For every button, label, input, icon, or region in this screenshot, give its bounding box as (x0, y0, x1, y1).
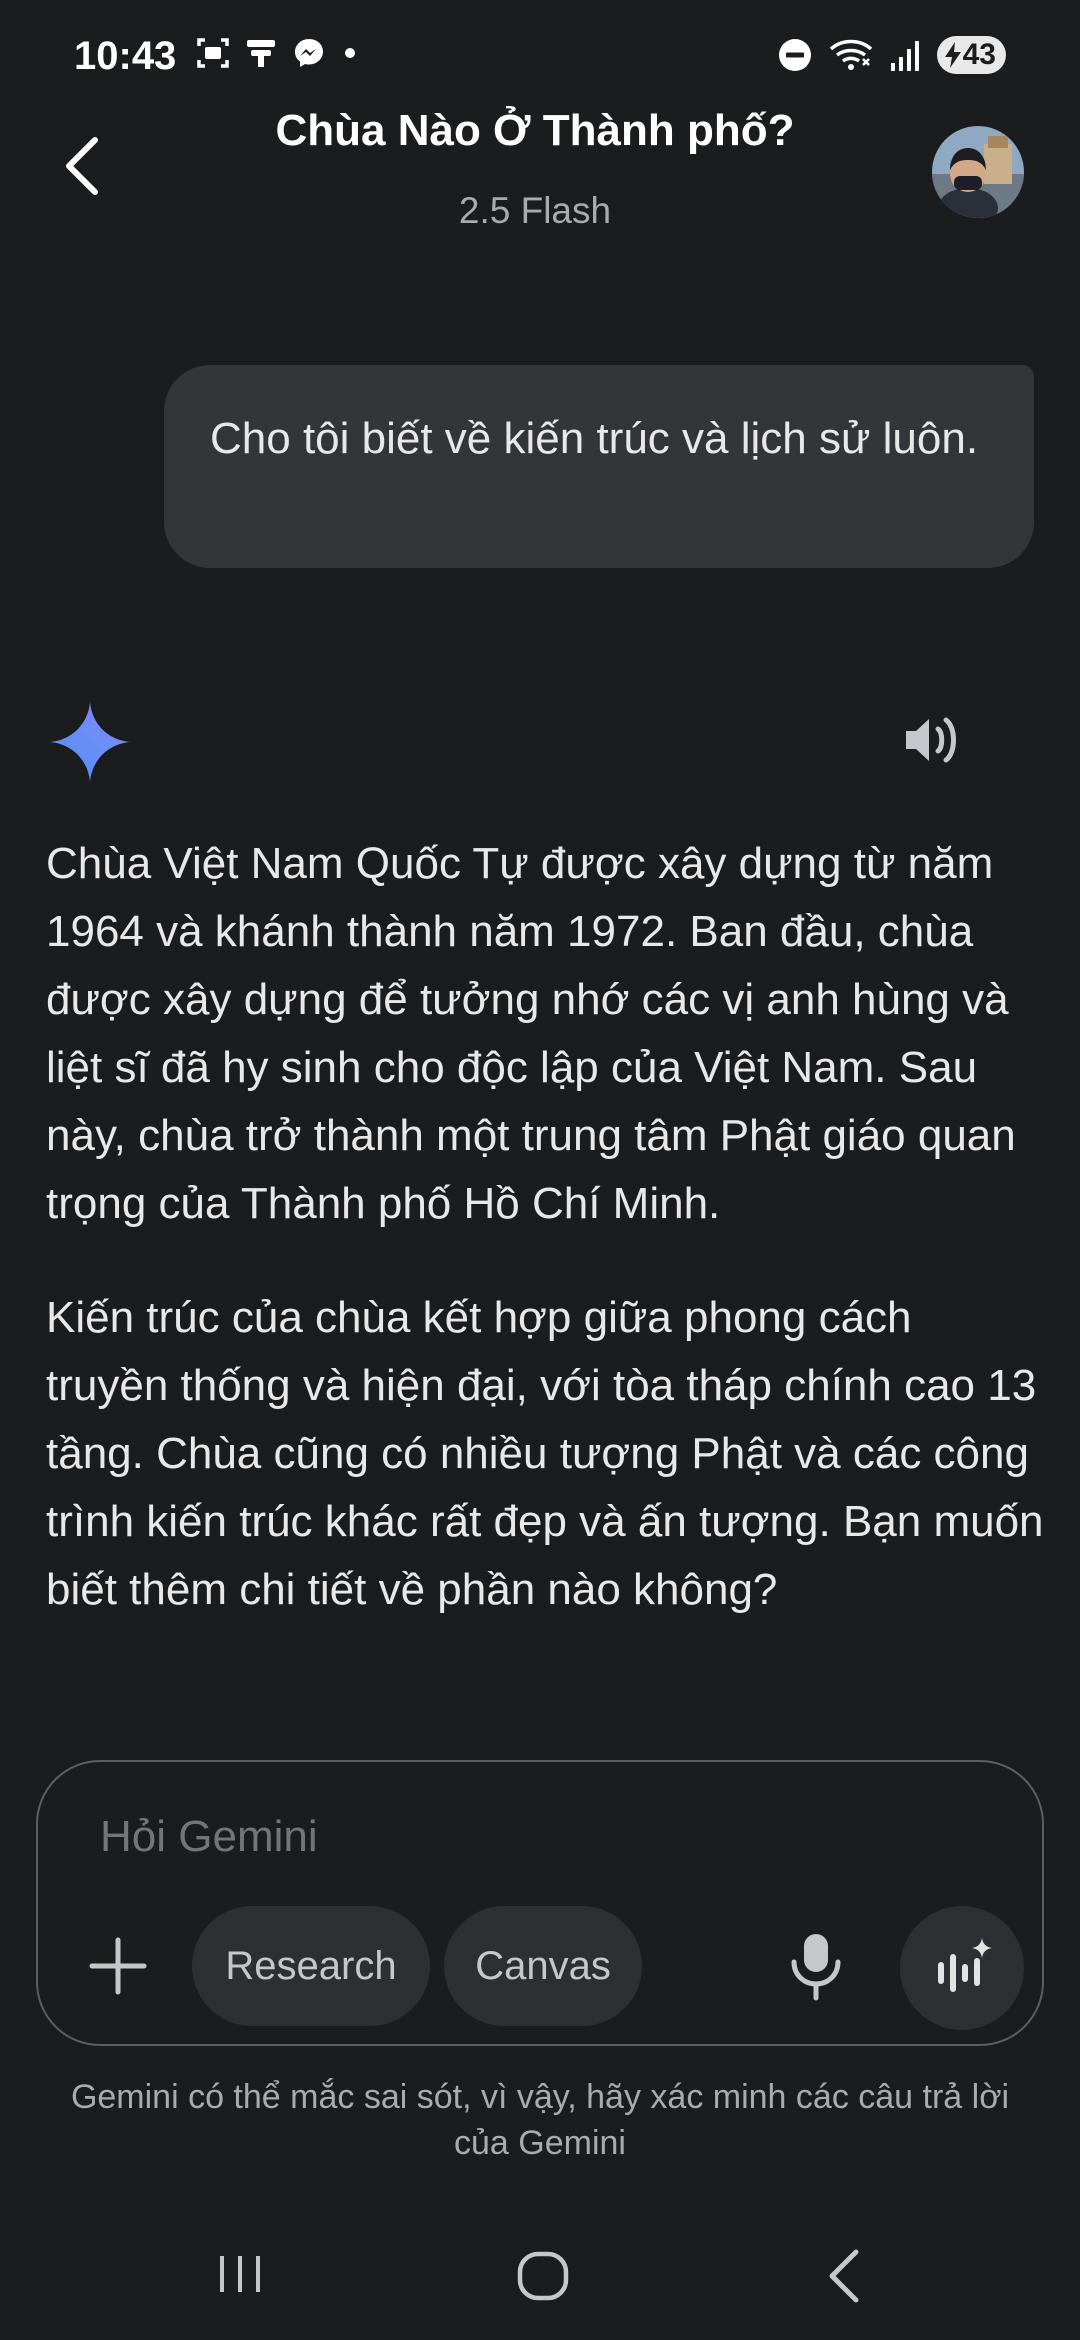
signal-icon (890, 41, 919, 71)
battery-indicator: 43 (936, 36, 1006, 74)
recents-button[interactable] (214, 2252, 266, 2296)
screenshot-icon (197, 38, 229, 68)
back-arrow-icon (66, 137, 98, 195)
profile-photo (932, 126, 1024, 218)
response-paragraph: Kiến trúc của chùa kết hợp giữa phong cá… (46, 1293, 1044, 1614)
disclaimer-text: Gemini có thể mắc sai sót, vì vậy, hãy x… (70, 2078, 1010, 2162)
nav-back-icon (829, 2249, 859, 2303)
avatar[interactable] (932, 126, 1024, 218)
gemini-live-button[interactable] (900, 1906, 1024, 2030)
nav-back-button[interactable] (820, 2248, 868, 2304)
user-message-bubble: Cho tôi biết về kiến trúc và lịch sử luô… (164, 365, 1034, 568)
battery-level: 43 (962, 38, 996, 71)
add-attachment-button[interactable] (84, 1932, 152, 2000)
canvas-chip[interactable]: Canvas (444, 1906, 642, 2026)
live-waveform-icon (938, 1938, 992, 1992)
nfc-icon (247, 40, 275, 67)
model-selector[interactable]: 2.5 Flash (200, 190, 870, 232)
gemini-sparkle-icon (48, 700, 132, 784)
home-icon (517, 2251, 569, 2301)
microphone-icon (791, 1934, 841, 2001)
messenger-icon (295, 39, 323, 67)
wifi-icon (829, 39, 872, 70)
research-chip[interactable]: Research (192, 1906, 430, 2026)
microphone-button[interactable] (784, 1930, 848, 2002)
chat-title[interactable]: Chùa Nào Ở Thành phố? (200, 106, 870, 156)
prompt-input[interactable] (100, 1812, 800, 1862)
recents-icon (220, 2256, 260, 2292)
home-button[interactable] (516, 2250, 572, 2302)
speaker-icon (906, 717, 956, 763)
plus-icon (89, 1937, 147, 1995)
status-time: 10:43 (74, 34, 177, 78)
status-icons-right: 43 (777, 36, 1006, 74)
status-icons-left (196, 36, 360, 70)
back-button[interactable] (50, 134, 114, 198)
dot-icon (345, 48, 355, 58)
gemini-response: Chùa Việt Nam Quốc Tự được xây dựng từ n… (46, 830, 1046, 1670)
response-paragraph: Chùa Việt Nam Quốc Tự được xây dựng từ n… (46, 839, 1016, 1228)
battery-charging-icon (944, 42, 961, 68)
dnd-icon (778, 39, 811, 71)
read-aloud-button[interactable] (902, 712, 962, 768)
